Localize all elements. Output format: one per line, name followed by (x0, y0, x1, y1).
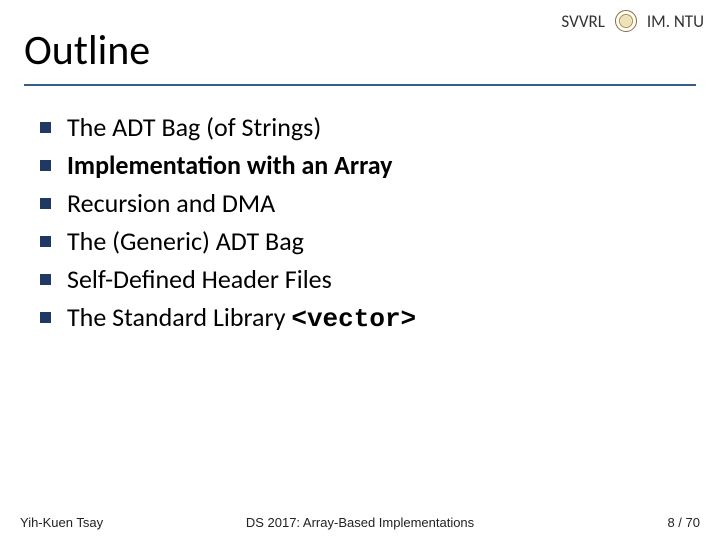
square-bullet-icon (40, 312, 51, 323)
org-right: IM. NTU (647, 11, 704, 32)
list-item: The Standard Library <vector> (40, 300, 680, 338)
footer-page: 8 / 70 (667, 515, 700, 530)
ntu-logo-icon (615, 10, 637, 32)
square-bullet-icon (40, 122, 51, 133)
list-item-text: The (Generic) ADT Bag (67, 224, 680, 260)
slide: SVVRL IM. NTU Outline The ADT Bag (of St… (0, 0, 720, 540)
list-item: Implementation with an Array (40, 148, 680, 184)
org-left: SVVRL (561, 11, 604, 32)
square-bullet-icon (40, 274, 51, 285)
list-item-code: <vector> (291, 304, 416, 334)
list-item: The ADT Bag (of Strings) (40, 110, 680, 146)
list-item: Self-Defined Header Files (40, 262, 680, 298)
footer-author: Yih-Kuen Tsay (20, 515, 103, 530)
list-item-text-prefix: The Standard Library (67, 301, 291, 333)
title-underline (24, 84, 696, 86)
footer: Yih-Kuen Tsay DS 2017: Array-Based Imple… (0, 515, 720, 530)
list-item: Recursion and DMA (40, 186, 680, 222)
content-area: The ADT Bag (of Strings) Implementation … (0, 92, 720, 337)
square-bullet-icon (40, 160, 51, 171)
header-affiliation: SVVRL IM. NTU (561, 10, 704, 32)
footer-course: DS 2017: Array-Based Implementations (246, 515, 474, 530)
square-bullet-icon (40, 236, 51, 247)
slide-title: Outline (24, 28, 696, 74)
square-bullet-icon (40, 198, 51, 209)
list-item-text: The Standard Library <vector> (67, 300, 680, 338)
bullet-list: The ADT Bag (of Strings) Implementation … (40, 110, 680, 337)
list-item-text: Recursion and DMA (67, 186, 680, 222)
list-item-text: Self-Defined Header Files (67, 262, 680, 298)
list-item-text: Implementation with an Array (67, 148, 680, 184)
list-item-text: The ADT Bag (of Strings) (67, 110, 680, 146)
list-item: The (Generic) ADT Bag (40, 224, 680, 260)
